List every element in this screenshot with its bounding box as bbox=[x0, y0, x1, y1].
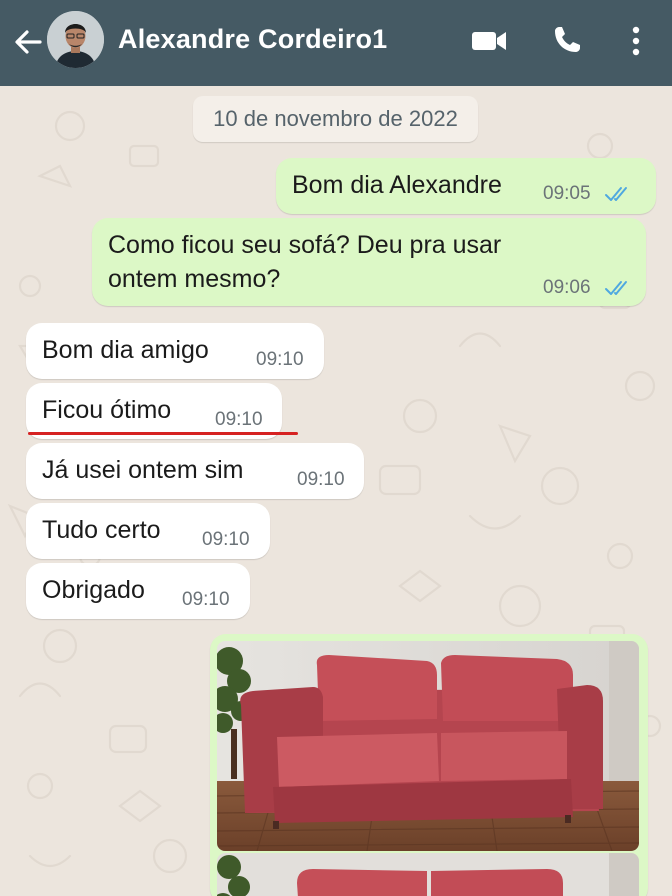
message-time: 09:06 bbox=[543, 277, 591, 298]
double-check-read-icon bbox=[605, 281, 627, 295]
message-time: 09:10 bbox=[215, 409, 263, 430]
incoming-message[interactable]: Bom dia amigo 09:10 bbox=[26, 323, 324, 379]
red-underline-annotation bbox=[28, 432, 298, 435]
date-separator: 10 de novembro de 2022 bbox=[193, 96, 478, 142]
incoming-message[interactable]: Ficou ótimo 09:10 bbox=[26, 383, 282, 439]
message-time: 09:10 bbox=[297, 469, 345, 490]
message-time: 09:10 bbox=[256, 349, 304, 370]
contact-avatar[interactable] bbox=[47, 11, 104, 68]
sofa-photo[interactable] bbox=[217, 641, 639, 851]
message-time: 09:10 bbox=[202, 529, 250, 550]
incoming-message[interactable]: Obrigado 09:10 bbox=[26, 563, 250, 619]
message-text: Tudo certo bbox=[42, 516, 161, 544]
message-text: Obrigado bbox=[42, 576, 145, 604]
contact-name[interactable]: Alexandre Cordeiro1 bbox=[118, 24, 387, 55]
incoming-message[interactable]: Já usei ontem sim 09:10 bbox=[26, 443, 364, 499]
message-text: Bom dia Alexandre bbox=[292, 171, 502, 199]
chat-header: Alexandre Cordeiro1 bbox=[0, 0, 672, 86]
message-time: 09:10 bbox=[182, 589, 230, 610]
sofa-photo[interactable] bbox=[217, 853, 639, 896]
outgoing-message[interactable]: Como ficou seu sofá? Deu pra usar ontem … bbox=[92, 218, 646, 306]
more-vertical-icon[interactable] bbox=[626, 24, 646, 58]
arrow-left-icon[interactable] bbox=[10, 24, 46, 60]
message-text: Bom dia amigo bbox=[42, 336, 209, 364]
outgoing-message[interactable]: Bom dia Alexandre 09:05 bbox=[276, 158, 656, 214]
double-check-read-icon bbox=[605, 187, 627, 201]
video-camera-icon[interactable] bbox=[470, 26, 508, 56]
message-time: 09:05 bbox=[543, 183, 591, 204]
message-text: Ficou ótimo bbox=[42, 396, 172, 424]
outgoing-photo-message[interactable] bbox=[210, 634, 648, 896]
message-text: Já usei ontem sim bbox=[42, 456, 244, 484]
incoming-message[interactable]: Tudo certo 09:10 bbox=[26, 503, 270, 559]
phone-icon[interactable] bbox=[551, 24, 583, 56]
message-text: Como ficou seu sofá? Deu pra usar ontem … bbox=[108, 231, 502, 293]
